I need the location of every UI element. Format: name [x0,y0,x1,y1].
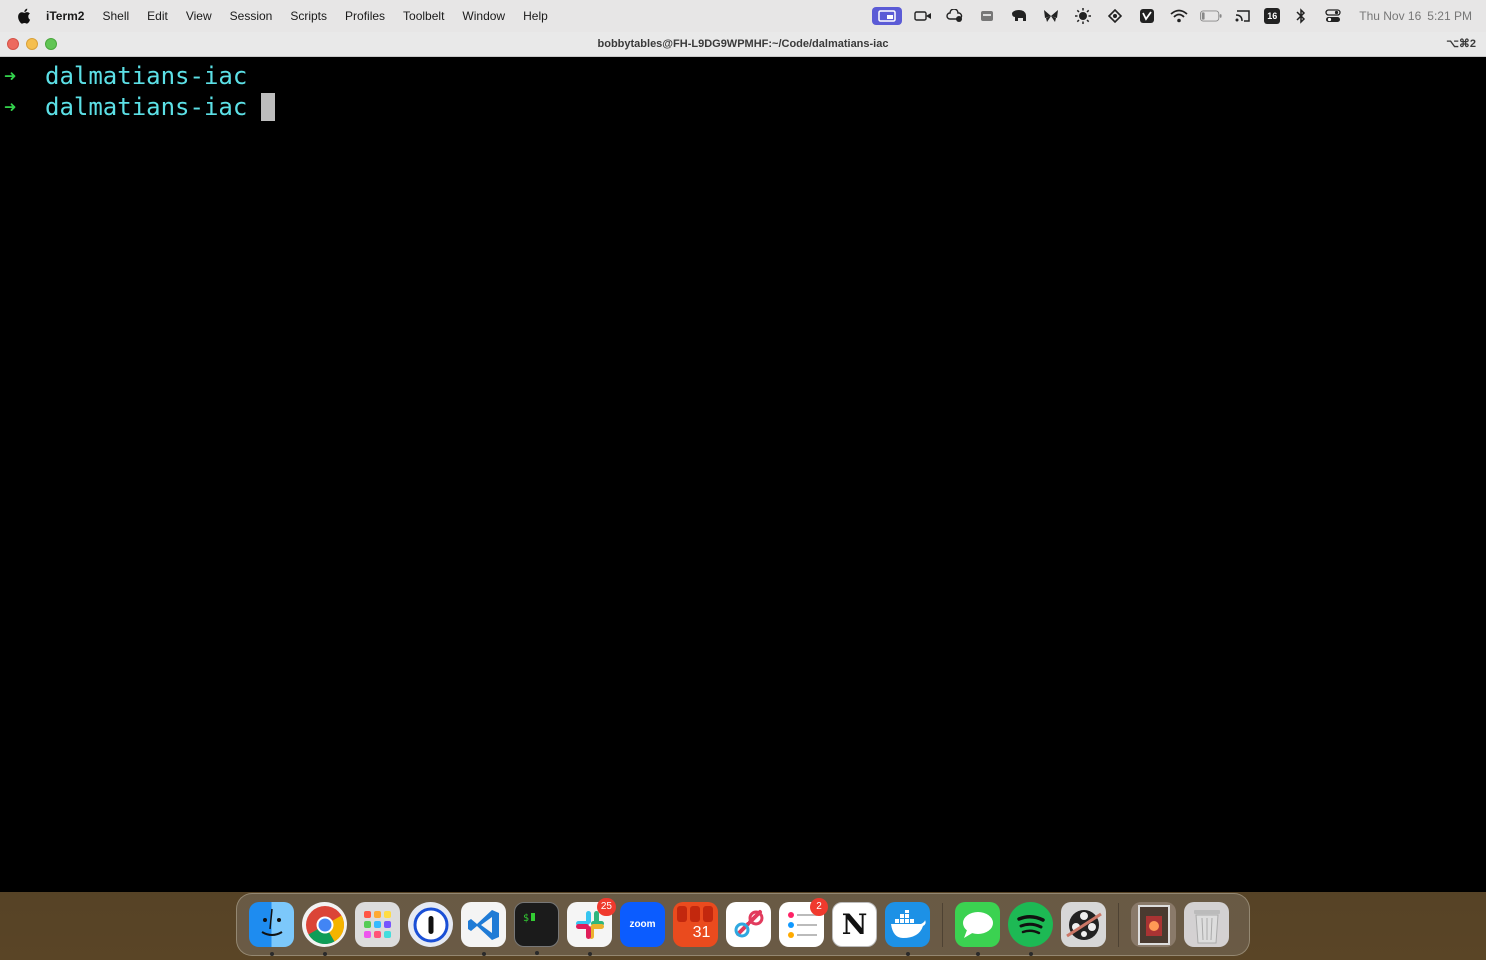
running-indicator [322,952,327,956]
hdd-icon[interactable] [976,7,998,25]
dock-messages-icon[interactable] [955,902,1000,956]
cast-icon[interactable] [1232,7,1254,25]
reminders-notification-badge: 2 [810,898,828,916]
menu-bar: iTerm2 Shell Edit View Session Scripts P… [0,0,1486,32]
menu-session[interactable]: Session [221,0,282,32]
battery-icon[interactable] [1200,7,1222,25]
menu-clock[interactable]: Thu Nov 16 5:21 PM [1359,9,1472,23]
menu-view[interactable]: View [177,0,221,32]
wifi-icon[interactable] [1168,7,1190,25]
menu-window[interactable]: Window [453,0,514,32]
prompt-arrow-icon: ➜ [4,63,17,88]
elephant-icon[interactable] [1008,7,1030,25]
butterfly-icon[interactable] [1040,7,1062,25]
dock-video-editor-icon[interactable] [1061,902,1106,947]
running-indicator [269,952,274,956]
zoom-label: zoom [629,919,656,930]
dock-downloads-stack-icon[interactable] [1131,902,1176,947]
running-indicator [587,952,592,956]
dock-spotify-icon[interactable] [1008,902,1053,956]
dock-finder-icon[interactable] [249,902,294,956]
terminal-cursor [261,92,276,121]
slack-notification-badge: 25 [596,898,616,916]
dock-vscode-icon[interactable] [461,902,506,956]
terminal-pane[interactable]: ➜ dalmatians-iac ➜ dalmatians-iac [0,58,1486,892]
notion-label: N [841,908,868,941]
dock: $ 25 zoom 31 2 N [236,893,1250,956]
dock-trash-icon[interactable] [1184,902,1229,947]
dock-notion-icon[interactable]: N [832,902,877,947]
camera-icon[interactable] [912,7,934,25]
window-title: bobbytables@FH-L9DG9WPMHF:~/Code/dalmati… [597,38,889,50]
prompt-arrow-icon: ➜ [4,94,17,119]
dock-iterm-icon[interactable]: $ [514,902,559,955]
window-shortcut: ⌥⌘2 [1446,38,1476,50]
running-indicator [975,952,980,956]
prompt-directory: dalmatians-iac [45,92,248,121]
control-center-icon[interactable] [1322,7,1344,25]
clock-date: Thu Nov 16 [1359,9,1422,23]
terminal-line: ➜ dalmatians-iac [0,60,1486,91]
dock-calendar-icon[interactable]: 31 [673,902,718,947]
prompt-directory: dalmatians-iac [45,61,248,90]
status-icons: 16 [867,0,1349,32]
dock-lens-icon[interactable] [726,902,771,947]
dock-zoom-icon[interactable]: zoom [620,902,665,947]
cloud-sync-icon[interactable] [944,7,966,25]
svg-text:$: $ [523,913,529,924]
brightness-icon[interactable] [1072,7,1094,25]
dock-separator [942,902,943,947]
running-indicator [1028,952,1033,956]
bluetooth-icon[interactable] [1290,7,1312,25]
clock-time: 5:21 PM [1427,9,1472,23]
menu-help[interactable]: Help [514,0,557,32]
running-indicator [905,952,910,956]
window-titlebar[interactable]: bobbytables@FH-L9DG9WPMHF:~/Code/dalmati… [0,32,1486,57]
menu-scripts[interactable]: Scripts [281,0,336,32]
running-indicator [481,952,486,956]
menu-shell[interactable]: Shell [93,0,138,32]
apple-logo-icon[interactable] [16,7,34,25]
terminal-line: ➜ dalmatians-iac [0,91,1486,122]
dock-docker-icon[interactable] [885,902,930,956]
vpn-icon[interactable] [1136,7,1158,25]
dock-slack-icon[interactable]: 25 [567,898,616,956]
calendar-day: 31 [692,923,711,941]
menu-toolbelt[interactable]: Toolbelt [394,0,453,32]
running-indicator [534,951,539,955]
dock-reminders-icon[interactable]: 2 [779,898,828,947]
dock-separator [1118,902,1119,947]
iterm-window: bobbytables@FH-L9DG9WPMHF:~/Code/dalmati… [0,32,1486,892]
calendar-badge-icon[interactable]: 16 [1264,8,1281,24]
dock-1password-icon[interactable] [408,902,453,947]
dock-chrome-icon[interactable] [302,902,347,956]
menu-edit[interactable]: Edit [138,0,177,32]
dock-launchpad-icon[interactable] [355,902,400,947]
menu-app-name[interactable]: iTerm2 [44,0,93,32]
menu-profiles[interactable]: Profiles [336,0,394,32]
screen-share-icon[interactable] [872,7,903,25]
diamond-icon[interactable] [1104,7,1126,25]
